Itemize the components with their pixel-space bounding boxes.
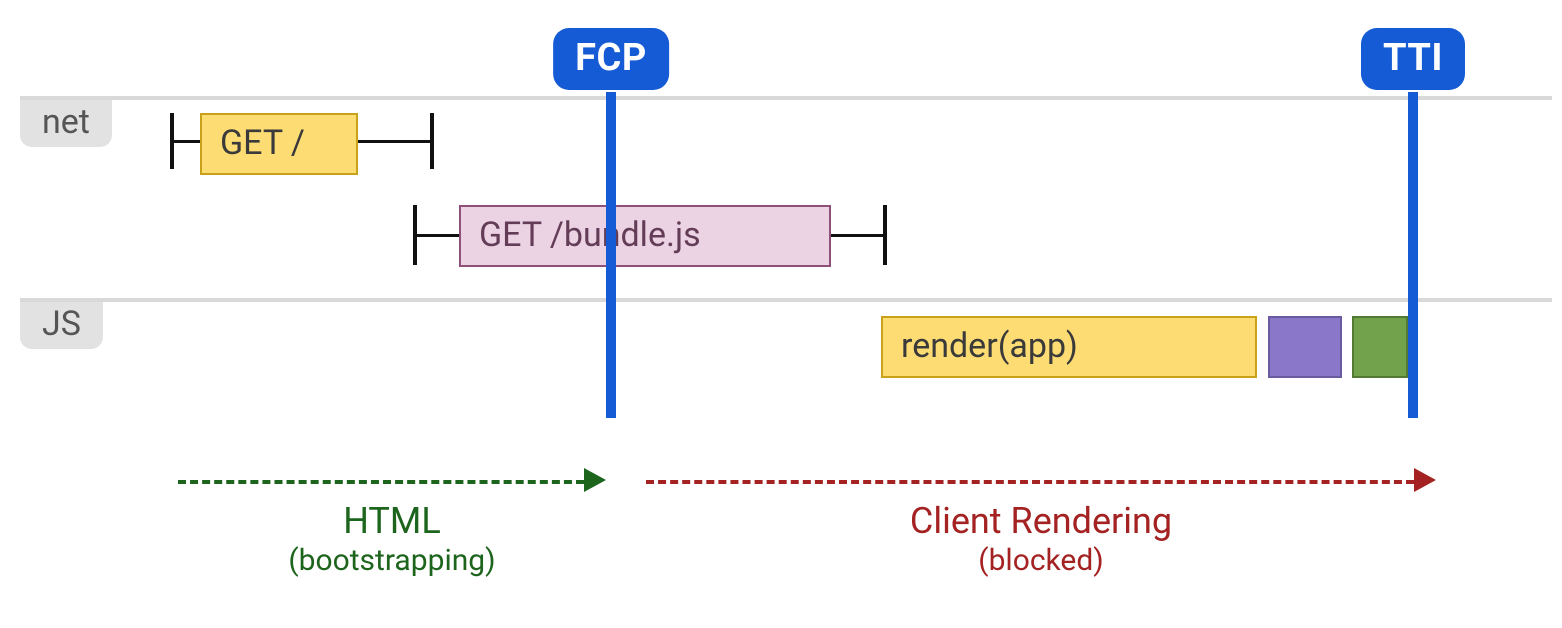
phase-arrowhead-client (1414, 468, 1436, 492)
phase-html-title: HTML (343, 500, 440, 542)
phase-client-title: Client Rendering (910, 500, 1172, 542)
phase-label-html: HTML (bootstrapping) (178, 500, 606, 579)
request-get-bundle: GET /bundle.js (459, 205, 831, 267)
lane-separator-bottom (20, 298, 1552, 302)
marker-tti-pill: TTI (1361, 28, 1465, 90)
phase-arrow-client (646, 480, 1414, 484)
marker-fcp-line (606, 92, 616, 418)
phase-arrowhead-html (584, 468, 606, 492)
phase-label-client: Client Rendering (blocked) (646, 500, 1436, 579)
task-block-purple (1268, 316, 1342, 378)
phase-html-sub: (bootstrapping) (178, 543, 606, 579)
phase-arrow-html (178, 480, 584, 484)
phase-client-sub: (blocked) (646, 543, 1436, 579)
task-render-app: render(app) (881, 316, 1257, 378)
lane-tag-js: JS (20, 302, 103, 349)
whisker-cap (430, 113, 434, 169)
whisker-cap (883, 205, 887, 265)
lane-tag-net: net (20, 100, 112, 147)
rendering-timeline-diagram: net JS FCP TTI GET / GET /bundle.js rend… (0, 0, 1562, 628)
whisker-line (358, 140, 434, 143)
request-get-root: GET / (200, 113, 358, 175)
task-block-green (1352, 316, 1408, 378)
whisker-line (413, 234, 459, 237)
whisker-line (831, 234, 887, 237)
lane-separator-top (20, 96, 1552, 100)
whisker-line (170, 140, 200, 143)
marker-tti-line (1408, 92, 1418, 418)
marker-fcp-pill: FCP (553, 28, 669, 90)
